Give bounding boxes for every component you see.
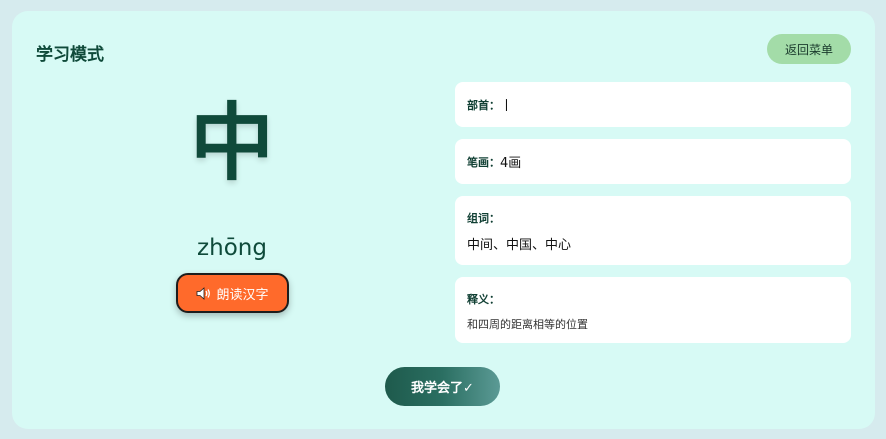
- strokes-panel: 笔画： 4画: [455, 139, 851, 184]
- read-aloud-label: 朗读汉字: [216, 287, 269, 303]
- radical-value: 丨: [500, 99, 514, 114]
- learned-button[interactable]: 我学会了✓: [385, 367, 500, 406]
- pinyin-text: zhōng: [197, 235, 267, 261]
- learning-card: 学习模式 返回菜单 中 zhōng 朗读汉字 部首： 丨 笔画： 4画 组词： …: [12, 11, 875, 429]
- words-panel: 组词： 中间、中国、中心: [455, 196, 851, 265]
- radical-label: 部首：: [467, 98, 500, 112]
- strokes-value: 4画: [500, 156, 522, 171]
- meaning-panel: 释义： 和四周的距离相等的位置: [455, 277, 851, 343]
- meaning-label: 释义：: [467, 293, 500, 306]
- words-value: 中间、中国、中心: [467, 238, 572, 253]
- page-title: 学习模式: [36, 45, 104, 65]
- radical-panel: 部首： 丨: [455, 82, 851, 127]
- strokes-label: 笔画：: [467, 155, 500, 169]
- meaning-value: 和四周的距离相等的位置: [467, 318, 588, 331]
- words-label: 组词：: [467, 212, 500, 225]
- back-to-menu-button[interactable]: 返回菜单: [767, 34, 851, 64]
- speaker-icon: [196, 286, 211, 300]
- read-aloud-button[interactable]: 朗读汉字: [176, 273, 289, 313]
- character-glyph: 中: [189, 94, 274, 192]
